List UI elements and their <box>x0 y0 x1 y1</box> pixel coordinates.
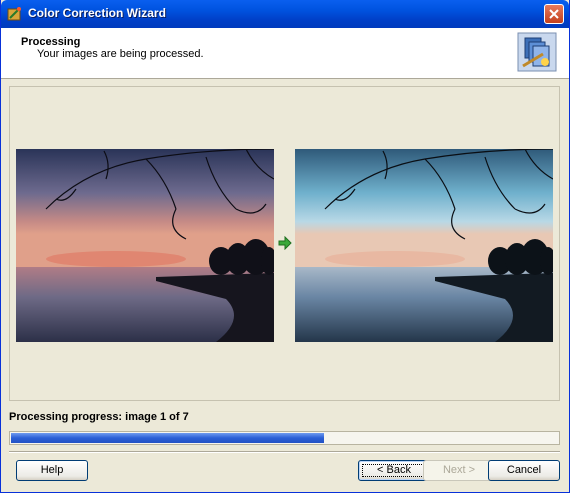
wizard-window: Color Correction Wizard Processing Your … <box>0 0 570 493</box>
next-button[interactable]: Next > <box>423 460 495 481</box>
wizard-icon <box>7 7 21 21</box>
progress-label: Processing progress: image 1 of 7 <box>9 411 189 423</box>
progress-bar <box>9 431 560 445</box>
preview-panel <box>9 86 560 401</box>
help-button[interactable]: Help <box>16 460 88 481</box>
close-button[interactable] <box>544 4 564 24</box>
right-arrow-icon <box>278 236 292 250</box>
original-image <box>16 149 274 342</box>
focus-rect <box>362 464 426 477</box>
step-title: Processing <box>21 36 81 48</box>
corrected-image <box>295 149 553 342</box>
close-icon <box>549 9 559 19</box>
back-button[interactable]: < Back <box>358 460 430 481</box>
cancel-button[interactable]: Cancel <box>488 460 560 481</box>
title-bar[interactable]: Color Correction Wizard <box>1 0 569 28</box>
wizard-header: Processing Your images are being process… <box>1 28 569 79</box>
step-subtitle: Your images are being processed. <box>37 48 204 60</box>
images-wand-icon <box>517 32 557 72</box>
button-separator <box>9 451 560 453</box>
progress-fill <box>11 433 324 443</box>
window-title: Color Correction Wizard <box>28 6 166 20</box>
